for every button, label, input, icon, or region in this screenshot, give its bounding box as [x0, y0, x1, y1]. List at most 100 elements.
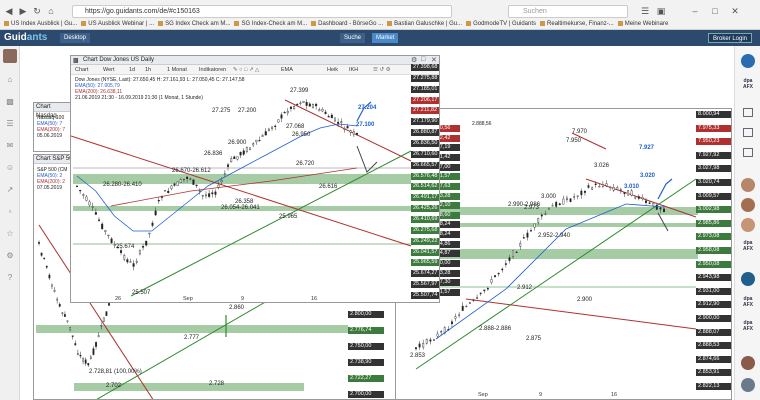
- candle: [619, 189, 622, 191]
- avatar[interactable]: [741, 178, 755, 192]
- library-icon[interactable]: ☰: [640, 6, 650, 16]
- close-icon[interactable]: ✕: [730, 6, 740, 16]
- guidants-logo[interactable]: Guidants: [4, 32, 47, 43]
- dt-icon[interactable]: [741, 272, 755, 286]
- projection-arrow: [657, 212, 669, 232]
- home-icon[interactable]: ⌂: [46, 6, 56, 16]
- dpa-afx-icon[interactable]: dpa AFX: [740, 296, 756, 308]
- dpa-afx-icon[interactable]: dpa AFX: [740, 240, 756, 252]
- level-label: 2.777: [184, 335, 200, 341]
- avatar[interactable]: [741, 356, 755, 370]
- news-icon[interactable]: [743, 148, 753, 157]
- candle: [623, 192, 626, 195]
- bookmark-link[interactable]: US Ausblick Webinar | ...: [81, 19, 154, 30]
- dow-chart-window[interactable]: Chart Dow Jones US Daily ▩ ⚙ □ ✕ Chart W…: [70, 55, 440, 303]
- candle: [318, 109, 321, 112]
- candle: [315, 103, 318, 107]
- level-label: 3.010: [624, 184, 640, 190]
- price-tag: 25.567,97: [411, 281, 439, 289]
- list-icon[interactable]: ☰: [5, 120, 15, 128]
- settings-icon[interactable]: ⚙: [5, 252, 15, 260]
- bookmark-link[interactable]: Meine Webinare: [618, 19, 669, 30]
- avatar[interactable]: [741, 378, 755, 392]
- candle: [296, 103, 299, 106]
- candle: [101, 223, 104, 230]
- bookmark-link[interactable]: SG Index-Check am M...: [234, 19, 307, 30]
- candle: [239, 152, 242, 156]
- document-icon[interactable]: ▫: [5, 208, 15, 216]
- candle: [198, 190, 201, 192]
- nasdaq-chart-window[interactable]: Chart Nasdaq Nasdaq-100 EMA(50): 7 EMA(2…: [33, 102, 71, 152]
- candle: [415, 347, 417, 350]
- broker-login-button[interactable]: Broker Login: [708, 33, 753, 43]
- candle: [472, 299, 475, 301]
- back-icon[interactable]: ◀: [4, 6, 14, 16]
- candle: [330, 114, 333, 119]
- bookmark-link[interactable]: Realtimekurse, Finanz-...: [540, 19, 614, 30]
- candle: [214, 191, 217, 195]
- user-icon[interactable]: ☺: [5, 164, 15, 172]
- bookmark-link[interactable]: US Index Ausblick | Gu...: [4, 19, 77, 30]
- resistance-trendline: [465, 298, 697, 330]
- market-button[interactable]: Market: [372, 33, 399, 43]
- news-icon[interactable]: [743, 108, 753, 117]
- candle: [267, 128, 270, 131]
- price-tag: 26.249,22: [411, 237, 439, 245]
- chart-icon[interactable]: ▩: [5, 98, 15, 106]
- candle: [454, 316, 457, 319]
- avatar[interactable]: [741, 218, 755, 232]
- search-button[interactable]: Suche: [340, 33, 366, 43]
- candle: [105, 311, 108, 316]
- browser-search-input[interactable]: Suchen: [508, 5, 628, 18]
- level-label: 26.670-26.612: [172, 168, 211, 174]
- star-icon[interactable]: ☆: [5, 230, 15, 238]
- trend-icon[interactable]: ↗: [5, 186, 15, 194]
- candle: [522, 237, 525, 239]
- candle: [555, 201, 558, 207]
- url-bar[interactable]: https://go.guidants.com/de/#c150163: [72, 5, 452, 18]
- candle: [526, 232, 529, 238]
- candle: [145, 240, 148, 246]
- candle: [252, 143, 255, 146]
- logo-text: Guid: [4, 32, 27, 43]
- level-label: 25.507: [132, 290, 151, 296]
- candle: [515, 251, 518, 254]
- message-icon[interactable]: ✉: [5, 142, 15, 150]
- lightbulb-icon[interactable]: [741, 54, 755, 68]
- candle: [107, 234, 110, 237]
- candle: [89, 356, 92, 359]
- maximize-icon[interactable]: □: [710, 6, 720, 16]
- candle: [170, 185, 173, 189]
- help-icon[interactable]: ?: [5, 274, 15, 282]
- bookmark-link[interactable]: Bastian Galuschke | Gu...: [387, 19, 462, 30]
- candle: [609, 186, 612, 189]
- support-zone: [36, 325, 348, 333]
- price-tag: 25.507,74: [411, 292, 439, 299]
- bookmark-link[interactable]: SG Index Check am M...: [158, 19, 230, 30]
- candle: [173, 183, 176, 186]
- avatar[interactable]: [741, 198, 755, 212]
- forward-icon[interactable]: ▶: [18, 6, 28, 16]
- home-icon[interactable]: ⌂: [5, 76, 15, 84]
- price-tag: 25.674,27: [411, 270, 439, 278]
- sp500-chart-window[interactable]: 7.970 7.950 7.927 3.026 3.020 3.010 3.00…: [395, 108, 732, 400]
- candle: [91, 206, 94, 208]
- news-icon[interactable]: [743, 128, 753, 137]
- candle: [540, 214, 543, 217]
- avatar[interactable]: [3, 49, 17, 63]
- reload-icon[interactable]: ↻: [32, 6, 42, 16]
- candle: [43, 257, 46, 260]
- bookmark-link[interactable]: Dashboard - BörseGo ...: [311, 19, 383, 30]
- dpa-afx-icon[interactable]: dpa AFX: [740, 78, 756, 90]
- candle: [87, 363, 90, 366]
- minimize-icon[interactable]: –: [690, 6, 700, 16]
- price-tag: 8.000,94: [696, 111, 731, 118]
- dpa-afx-icon[interactable]: dpa AFX: [740, 320, 756, 332]
- bookmark-link[interactable]: GodmodeTV | Guidants: [466, 19, 536, 30]
- candle: [45, 265, 48, 268]
- price-tag: 26.576,48: [411, 172, 439, 180]
- desktop-button[interactable]: Desktop: [60, 33, 91, 43]
- candle: [569, 198, 572, 202]
- level-label: 7.950: [566, 138, 582, 144]
- sidebar-toggle-icon[interactable]: ▣: [656, 6, 666, 16]
